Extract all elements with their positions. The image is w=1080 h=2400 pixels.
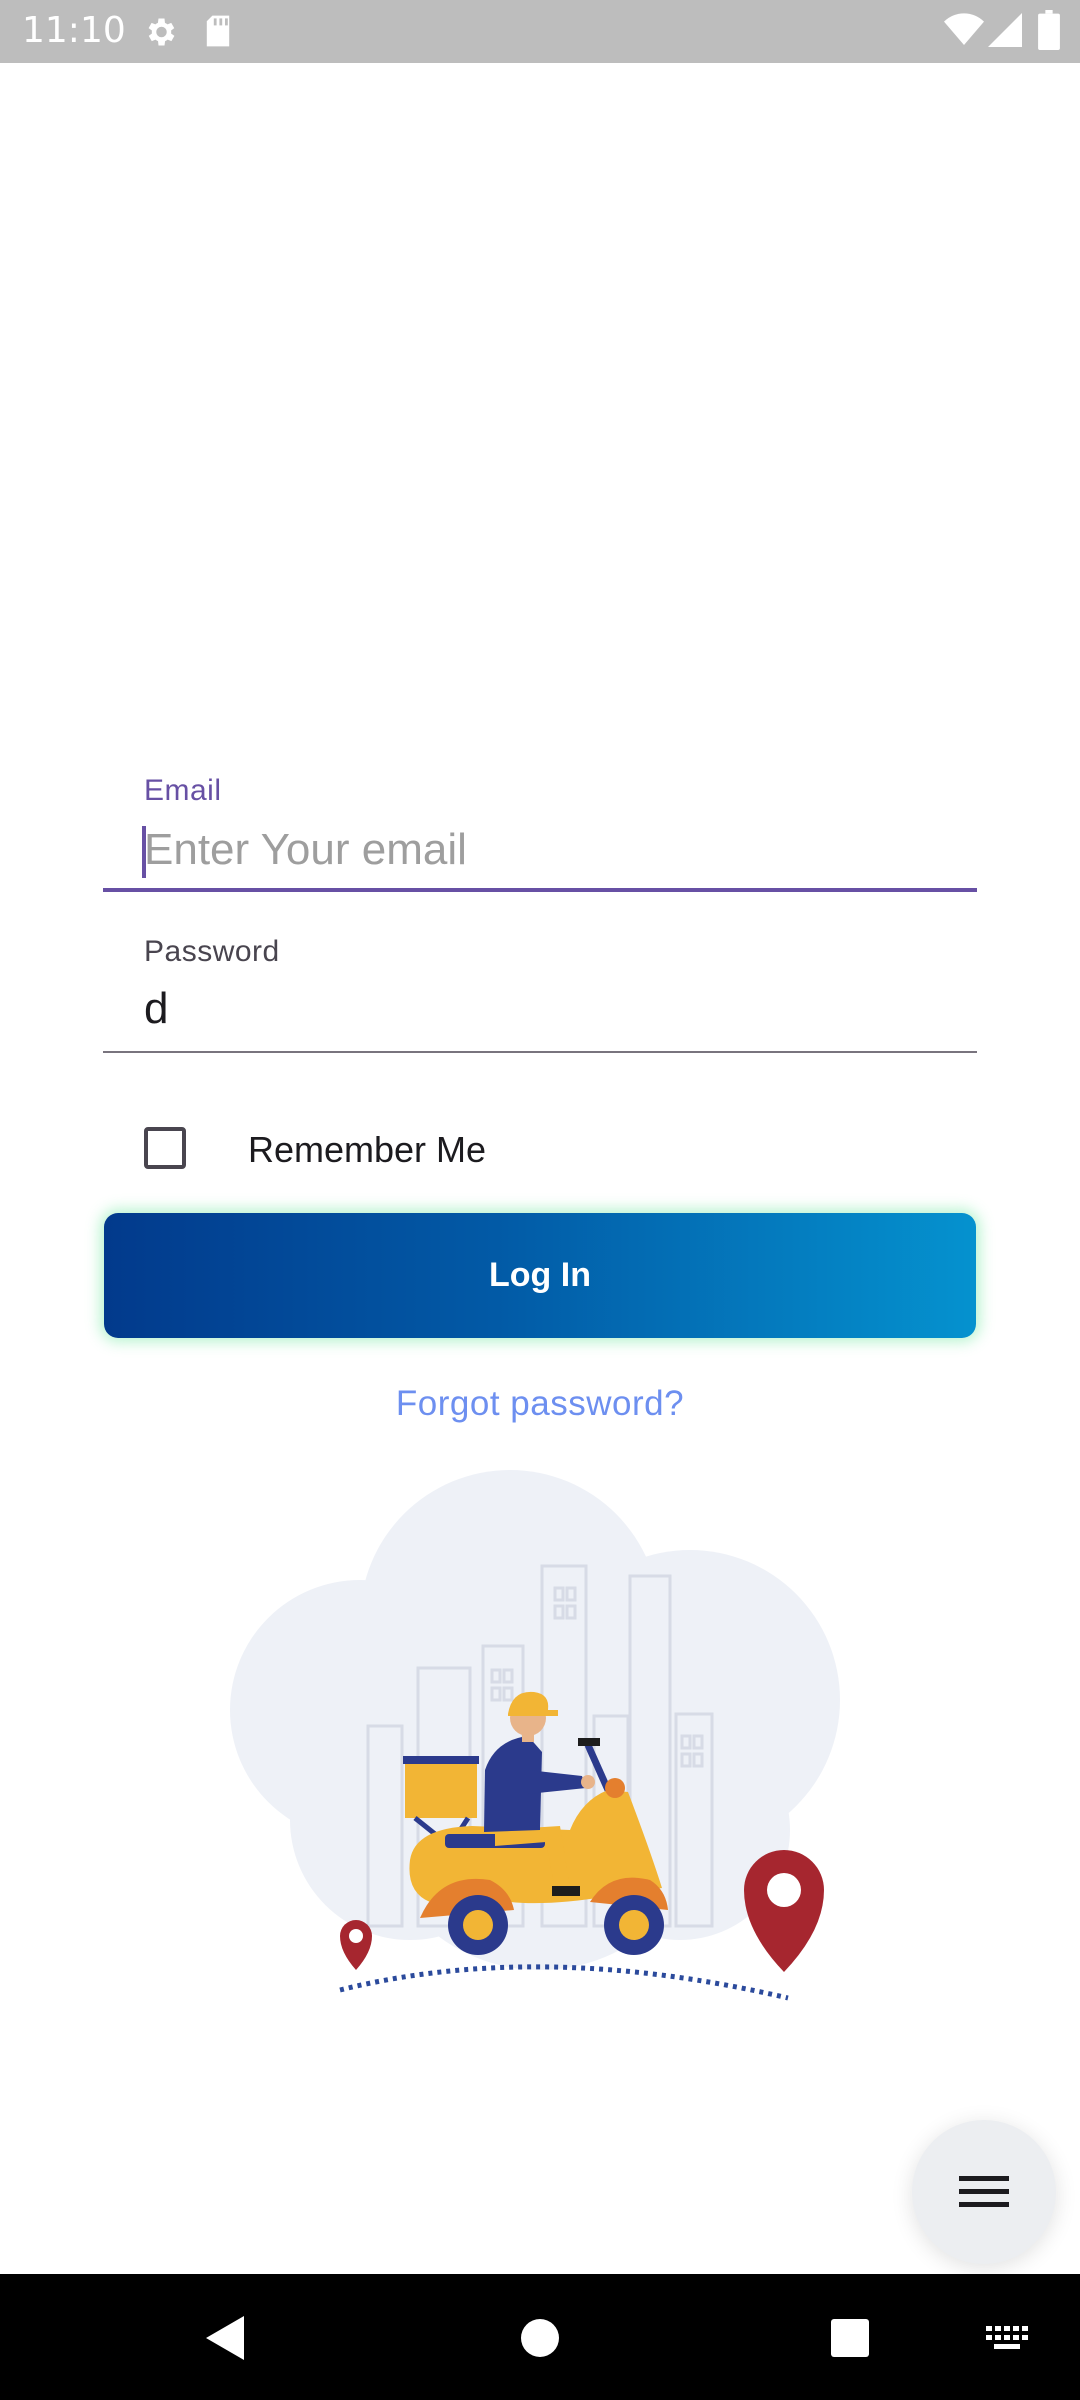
gear-icon (148, 18, 175, 46)
map-pin-small-icon (340, 1920, 372, 1970)
password-underline (103, 1051, 977, 1053)
back-icon[interactable] (204, 2314, 246, 2362)
status-bar: 11:10 (0, 0, 1080, 63)
remember-me-label[interactable]: Remember Me (248, 1128, 486, 1172)
keyboard-icon[interactable] (984, 2324, 1030, 2352)
forgot-password-link[interactable]: Forgot password? (0, 1383, 1080, 1425)
home-icon[interactable] (520, 2318, 560, 2358)
password-label: Password (144, 935, 280, 968)
menu-icon (959, 2176, 1009, 2207)
signal-icon (988, 13, 1022, 47)
map-pin-large-icon (744, 1850, 824, 1972)
battery-icon (1038, 10, 1060, 50)
email-label: Email (144, 774, 222, 807)
sd-card-icon (206, 15, 230, 47)
email-input[interactable] (144, 819, 974, 881)
menu-fab[interactable] (912, 2120, 1056, 2264)
text-cursor (142, 826, 146, 878)
wifi-icon (944, 13, 984, 45)
delivery-scooter-illustration (230, 1470, 840, 2001)
password-input[interactable]: d (144, 983, 168, 1035)
login-button[interactable]: Log In (104, 1213, 976, 1338)
email-underline (103, 888, 977, 892)
remember-me-checkbox[interactable] (144, 1127, 186, 1169)
recents-icon[interactable] (830, 2318, 870, 2358)
status-time: 11:10 (22, 10, 126, 51)
navigation-bar (0, 2274, 1080, 2400)
